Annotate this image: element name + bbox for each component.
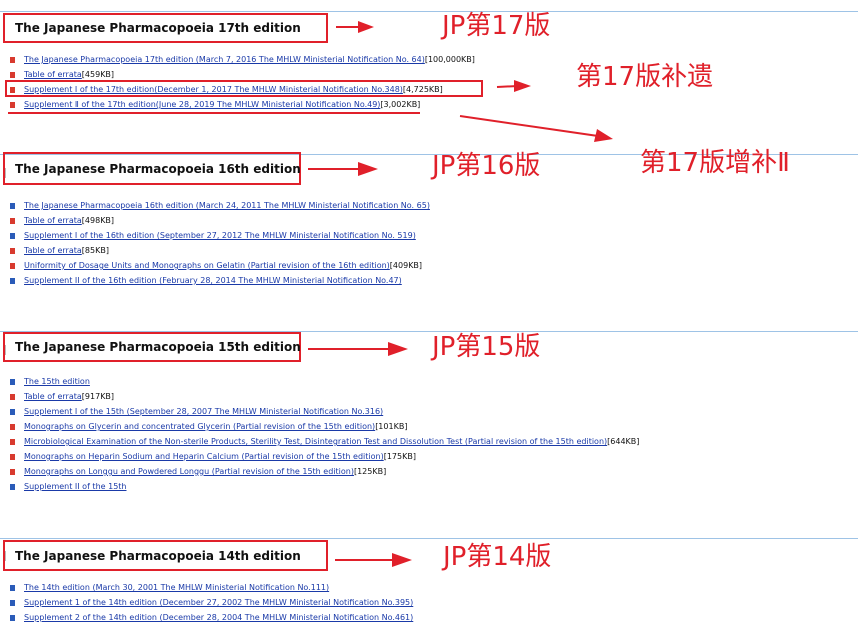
annotation-jp17: JP第17版 <box>442 11 551 41</box>
annotation-jp15: JP第15版 <box>432 332 541 362</box>
arrow-icon <box>308 21 613 567</box>
annotation-supplement-2: 第17版增补Ⅱ <box>640 148 790 178</box>
annotation-jp14: JP第14版 <box>443 542 552 572</box>
annotation-supplement-1: 第17版补遗 <box>576 62 714 92</box>
annotation-jp16: JP第16版 <box>432 151 541 181</box>
